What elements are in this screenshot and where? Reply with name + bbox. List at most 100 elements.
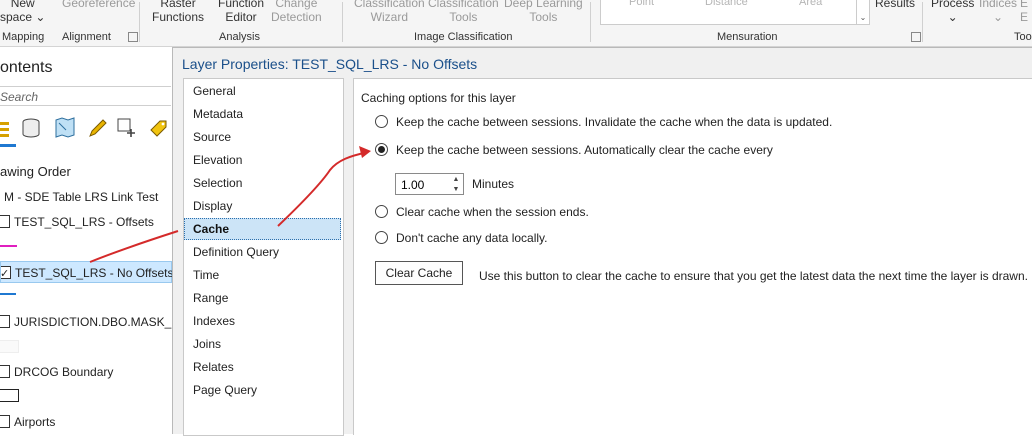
cache-settings-panel: Caching options for this layer Keep the … <box>353 78 1032 435</box>
minutes-stepper[interactable]: ▲ ▼ <box>395 173 464 195</box>
line-symbol-icon <box>0 245 17 247</box>
group-image-classification: Image Classification <box>414 31 512 43</box>
list-by-editing-icon[interactable] <box>86 117 108 139</box>
layer-item[interactable]: TEST_SQL_LRS - Offsets <box>0 211 172 233</box>
mensuration-area[interactable]: Area <box>799 0 822 8</box>
ribbon-deep-learning-tools-button[interactable]: Deep Learning Tools <box>504 0 583 24</box>
dialog-title: Layer Properties: TEST_SQL_LRS - No Offs… <box>182 56 477 72</box>
layer-label: TEST_SQL_LRS - Offsets <box>14 215 154 229</box>
ribbon-results-button[interactable]: Results <box>875 0 915 10</box>
cache-option-auto-clear-radio[interactable]: Keep the cache between sessions. Automat… <box>375 143 773 161</box>
nav-item-relates[interactable]: Relates <box>184 356 341 378</box>
chevron-down-icon[interactable]: ▼ <box>451 185 461 194</box>
nav-item-selection[interactable]: Selection <box>184 172 341 194</box>
nav-item-cache[interactable]: Cache <box>184 218 341 240</box>
ribbon-georeference-button[interactable]: Georeference <box>62 0 135 10</box>
nav-item-indexes[interactable]: Indexes <box>184 310 341 332</box>
cache-option-no-cache-radio[interactable]: Don't cache any data locally. <box>375 231 548 249</box>
layer-label: JURISDICTION.DBO.MASK_DRC <box>14 315 173 329</box>
radio-button[interactable] <box>375 231 388 244</box>
layer-visibility-checkbox[interactable] <box>0 415 10 428</box>
properties-nav-list: General Metadata Source Elevation Select… <box>183 78 344 436</box>
list-by-drawing-order-icon[interactable] <box>0 117 22 139</box>
gallery-scroll-icon[interactable]: ⌄ <box>856 0 869 24</box>
nav-item-joins[interactable]: Joins <box>184 333 341 355</box>
layer-item[interactable]: M - SDE Table LRS Link Test <box>0 186 172 208</box>
contents-pane: ontents Search awing Order M - SDE Table… <box>0 47 173 433</box>
clear-cache-description: Use this button to clear the cache to en… <box>479 269 1028 283</box>
radio-label: Keep the cache between sessions. Invalid… <box>396 115 832 129</box>
drawing-order-heading: awing Order <box>0 164 71 179</box>
polygon-symbol-icon <box>0 340 19 353</box>
group-mensuration: Mensuration <box>717 31 778 43</box>
dialog-launcher-icon[interactable] <box>911 32 921 42</box>
ribbon-new-space-button[interactable]: New space ⌄ <box>0 0 45 24</box>
contents-toolbar <box>0 117 172 141</box>
layer-visibility-checkbox[interactable] <box>0 215 10 228</box>
nav-item-source[interactable]: Source <box>184 126 341 148</box>
layer-item[interactable]: Airports <box>0 411 172 433</box>
cache-option-invalidate-radio[interactable]: Keep the cache between sessions. Invalid… <box>375 115 832 133</box>
ribbon-separator <box>139 2 140 42</box>
radio-label: Clear cache when the session ends. <box>396 205 589 219</box>
layer-visibility-checkbox[interactable] <box>0 365 10 378</box>
layer-label: TEST_SQL_LRS - No Offsets <box>15 266 173 280</box>
radio-button[interactable] <box>375 115 388 128</box>
ribbon-more-icon[interactable]: EE <box>1020 0 1028 24</box>
nav-item-general[interactable]: General <box>184 80 341 102</box>
list-by-snapping-icon[interactable] <box>116 117 138 139</box>
minutes-label: Minutes <box>472 177 514 191</box>
radio-label: Don't cache any data locally. <box>396 231 548 245</box>
layer-properties-dialog: Layer Properties: TEST_SQL_LRS - No Offs… <box>172 47 1032 434</box>
nav-item-metadata[interactable]: Metadata <box>184 103 341 125</box>
chevron-up-icon[interactable]: ▲ <box>451 175 461 184</box>
ribbon-separator <box>342 2 343 42</box>
group-alignment: Alignment <box>62 31 111 43</box>
group-mapping: Mapping <box>2 31 44 43</box>
nav-item-display[interactable]: Display <box>184 195 341 217</box>
dialog-launcher-icon[interactable] <box>128 32 138 42</box>
layer-item[interactable]: DRCOG Boundary <box>0 361 172 383</box>
ribbon-raster-functions-button[interactable]: Raster Functions <box>152 0 204 24</box>
group-tools: Too <box>1014 31 1032 43</box>
ribbon-process-button[interactable]: Process⌄ <box>931 0 974 24</box>
layer-item[interactable]: JURISDICTION.DBO.MASK_DRC <box>0 311 172 333</box>
ribbon-separator <box>590 2 591 42</box>
ribbon: New space ⌄ Georeference Raster Function… <box>0 0 1032 47</box>
active-view-indicator <box>0 144 16 147</box>
line-symbol-icon <box>0 293 16 295</box>
ribbon-classification-tools-button[interactable]: Classification Tools <box>428 0 499 24</box>
radio-label: Keep the cache between sessions. Automat… <box>396 143 773 157</box>
ribbon-indices-button[interactable]: Indices⌄ <box>979 0 1017 24</box>
group-analysis: Analysis <box>219 31 260 43</box>
ribbon-classification-wizard-button[interactable]: Classification Wizard <box>354 0 425 24</box>
radio-button[interactable] <box>375 205 388 218</box>
nav-item-definition-query[interactable]: Definition Query <box>184 241 341 263</box>
polygon-symbol-icon <box>0 389 19 402</box>
cache-option-clear-on-end-radio[interactable]: Clear cache when the session ends. <box>375 205 589 223</box>
ribbon-separator <box>922 2 923 42</box>
mensuration-point[interactable]: Point <box>629 0 654 8</box>
nav-item-range[interactable]: Range <box>184 287 341 309</box>
layer-item-selected[interactable]: TEST_SQL_LRS - No Offsets <box>0 261 172 283</box>
ribbon-function-editor-button[interactable]: Function Editor <box>218 0 264 24</box>
mensuration-distance[interactable]: Distance <box>705 0 748 8</box>
layer-label: Airports <box>14 415 55 429</box>
nav-item-page-query[interactable]: Page Query <box>184 379 341 401</box>
layer-visibility-checkbox[interactable] <box>1 266 11 279</box>
contents-search-input[interactable]: Search <box>0 86 171 106</box>
cache-heading: Caching options for this layer <box>361 91 516 105</box>
radio-button-selected[interactable] <box>375 143 388 156</box>
contents-title: ontents <box>0 59 52 77</box>
nav-item-time[interactable]: Time <box>184 264 341 286</box>
list-by-selection-icon[interactable] <box>54 117 76 139</box>
clear-cache-button[interactable]: Clear Cache <box>375 261 463 285</box>
ribbon-change-detection-button[interactable]: Change Detection <box>271 0 322 24</box>
minutes-input[interactable] <box>396 174 453 196</box>
mensuration-gallery[interactable]: Point Distance Area ⌄ <box>600 0 870 25</box>
nav-item-elevation[interactable]: Elevation <box>184 149 341 171</box>
list-by-labeling-icon[interactable] <box>148 117 170 139</box>
layer-visibility-checkbox[interactable] <box>0 315 10 328</box>
layer-label: DRCOG Boundary <box>14 365 113 379</box>
list-by-source-icon[interactable] <box>20 117 42 139</box>
